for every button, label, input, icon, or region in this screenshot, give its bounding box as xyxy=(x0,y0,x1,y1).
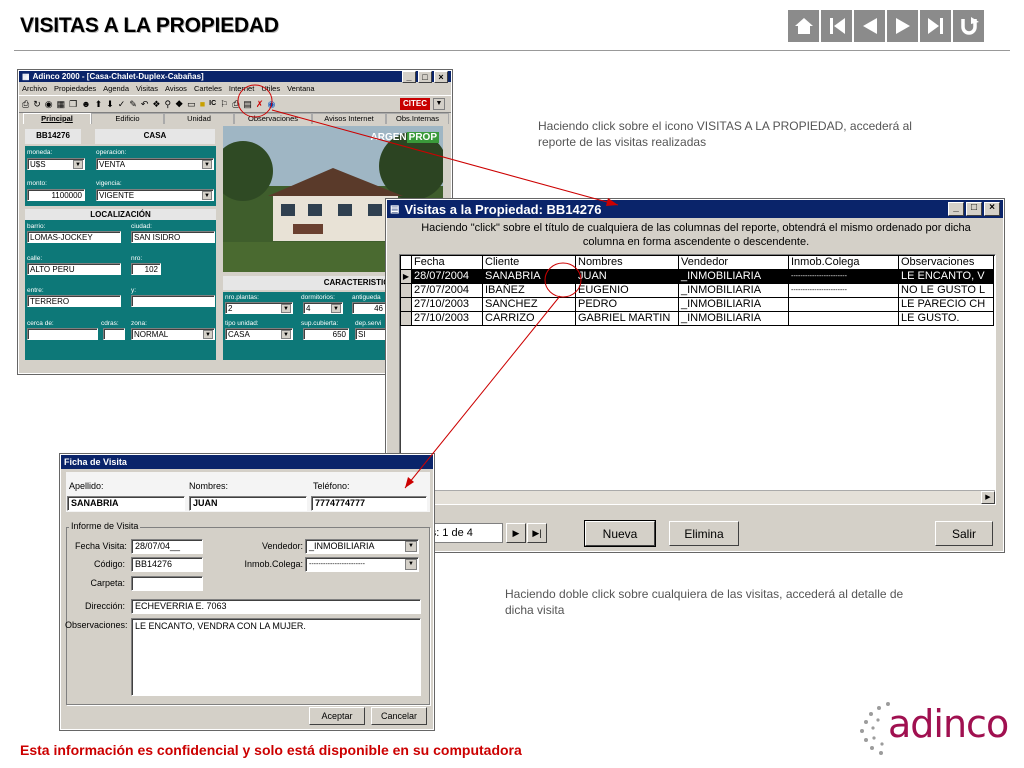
logo-dots-icon xyxy=(860,702,890,755)
visits-arrow xyxy=(271,109,619,206)
annotation-overlay xyxy=(237,84,619,489)
row-highlight-circle xyxy=(544,262,582,298)
logo-text: adinco xyxy=(888,702,1009,746)
toolbar-highlight-circle xyxy=(237,84,273,118)
confidential-footer: Esta información es confidencial y solo … xyxy=(20,742,522,758)
arrow-head-icon xyxy=(606,198,618,206)
adinco-logo: adinco xyxy=(858,700,1018,758)
detail-arrow xyxy=(404,295,561,489)
